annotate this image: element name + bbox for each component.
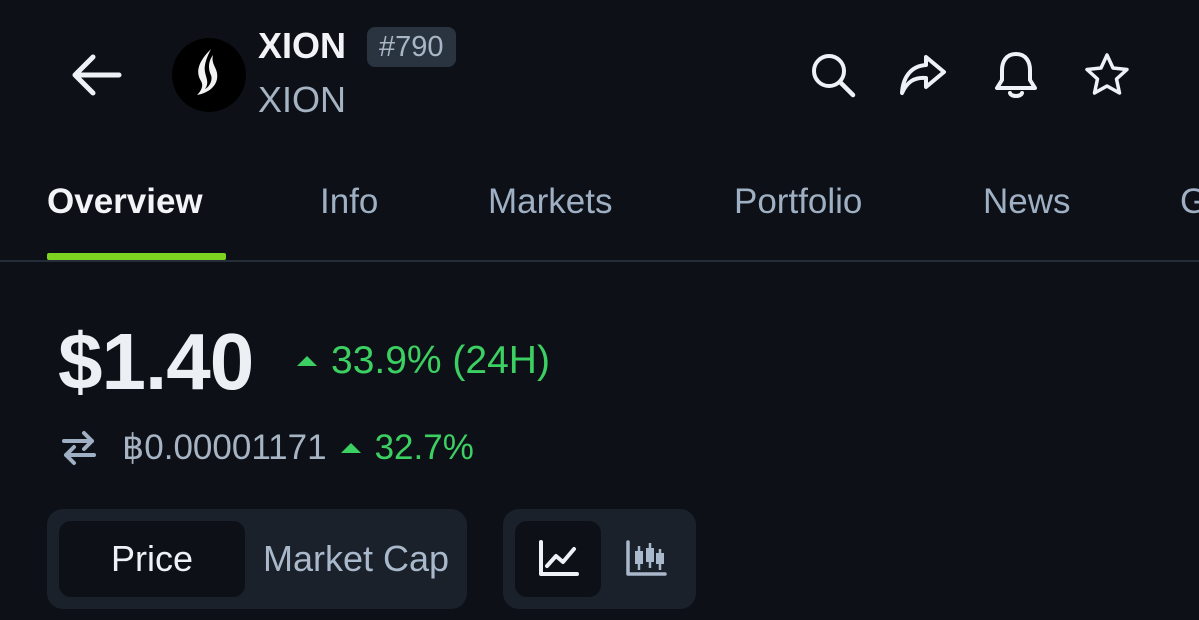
line-chart-option[interactable] (515, 521, 601, 597)
back-button[interactable] (60, 44, 132, 106)
price-usd: $1.40 (58, 317, 254, 406)
price-change-24h-value: 33.9% (24H) (331, 339, 550, 382)
candlestick-chart-icon (626, 540, 667, 576)
notification-button[interactable] (989, 48, 1043, 102)
tab-overview[interactable]: Overview (47, 168, 203, 260)
search-icon (812, 54, 856, 98)
btc-price-row: ฿0.00001171 32.7% (60, 424, 474, 472)
caret-up-icon (340, 443, 361, 453)
btc-change-value: 32.7% (374, 428, 474, 467)
market-cap-option[interactable]: Market Cap (253, 521, 459, 597)
price-option[interactable]: Price (59, 521, 245, 597)
coin-logo (172, 38, 246, 112)
search-button[interactable] (806, 48, 860, 102)
share-button[interactable] (896, 48, 950, 102)
tab-portfolio[interactable]: Portfolio (734, 168, 862, 260)
tab-news[interactable]: News (983, 168, 1071, 260)
caret-up-icon (297, 356, 317, 366)
tab-markets[interactable]: Markets (488, 168, 612, 260)
line-chart-icon (539, 540, 579, 576)
tab-info[interactable]: Info (320, 168, 378, 260)
price-change-24h: 33.9% (24H) (297, 336, 550, 386)
tab-bar: Overview Info Markets Portfolio News G (0, 168, 1199, 260)
candlestick-chart-option[interactable] (607, 521, 685, 597)
tabs-divider (0, 260, 1199, 262)
coin-symbol: XION (258, 79, 347, 120)
rank-badge: #790 (367, 27, 456, 67)
favorite-button[interactable] (1080, 48, 1134, 102)
coin-name: XION (258, 25, 347, 66)
metric-selector: Price Market Cap (47, 509, 467, 609)
btc-change: 32.7% (340, 428, 474, 468)
arrow-left-icon (72, 54, 122, 96)
price-btc: ฿0.00001171 (122, 428, 327, 467)
star-icon (1085, 53, 1129, 95)
swap-arrows-icon[interactable] (60, 429, 98, 467)
chart-type-selector (503, 509, 696, 609)
active-tab-indicator (47, 253, 226, 260)
share-icon (900, 55, 946, 95)
tab-truncated[interactable]: G (1180, 168, 1199, 260)
xion-flame-logo (197, 49, 218, 95)
bell-icon (995, 52, 1037, 98)
